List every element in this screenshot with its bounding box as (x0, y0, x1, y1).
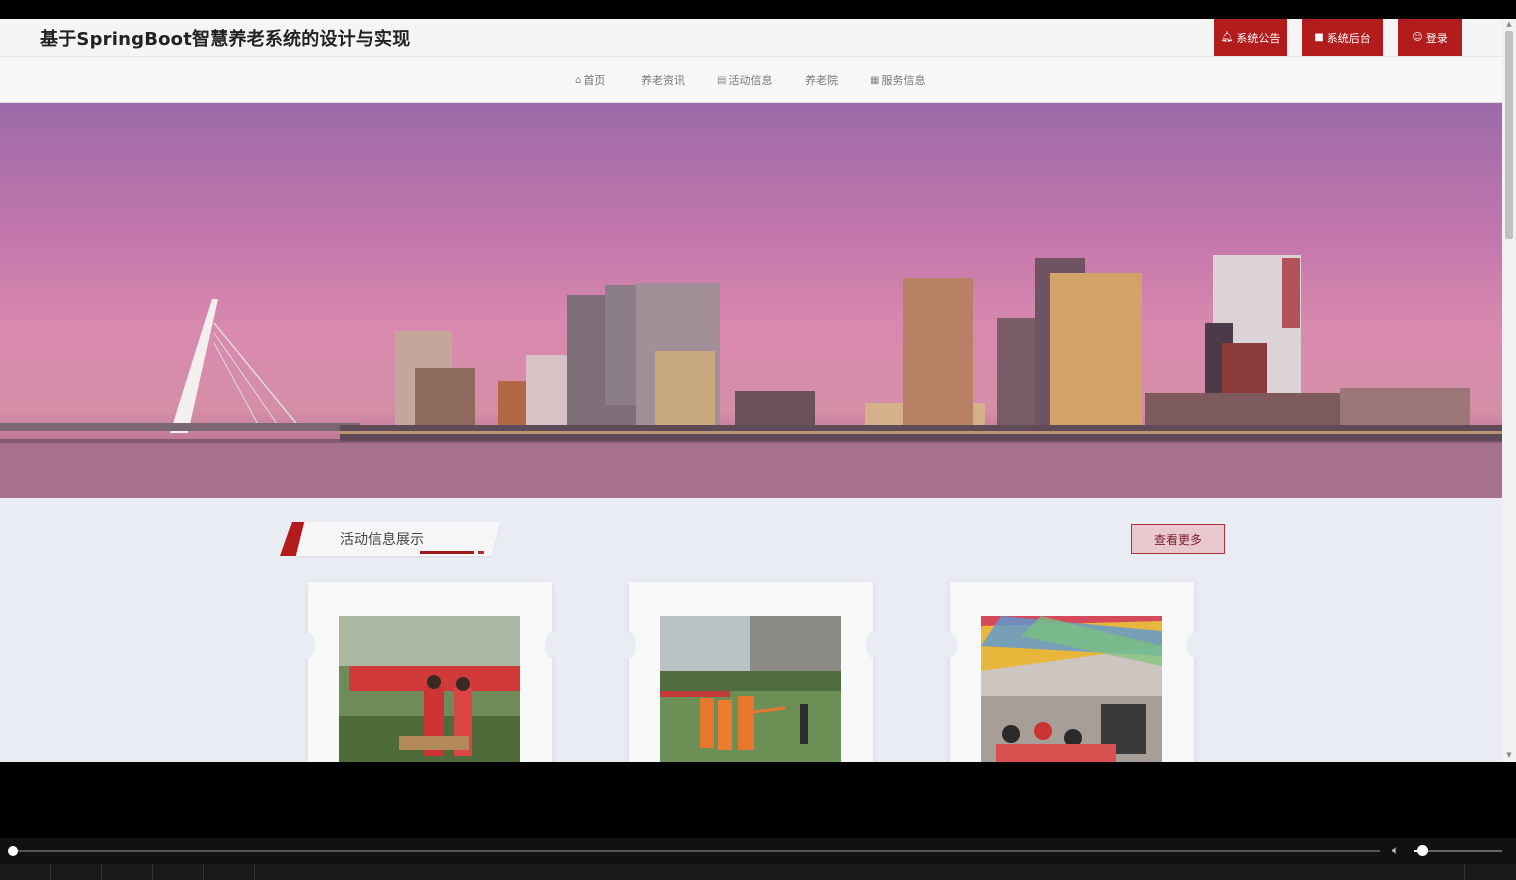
site-title: 基于SpringBoot智慧养老系统的设计与实现 (40, 29, 411, 50)
card-notch (866, 632, 880, 658)
card-notch (301, 632, 315, 658)
list-icon: ▤ (717, 74, 727, 86)
nav-item-services[interactable]: ▦ 服务信息 (870, 72, 925, 88)
card-notch (622, 632, 636, 658)
main-nav: ⌂ 首页 养老资讯 ▤ 活动信息 养老院 ▦ 服务信息 (0, 56, 1502, 103)
nav-item-label: 服务信息 (881, 74, 926, 87)
login-label: 登录 (1425, 31, 1448, 45)
nav-item-label: 首页 (583, 74, 606, 87)
scroll-down-icon[interactable]: ▼ (1505, 751, 1513, 759)
nav-item-label: 活动信息 (728, 74, 773, 87)
taskbar-divider (50, 864, 51, 880)
taskbar-divider (254, 864, 255, 880)
login-button[interactable]: ☺ 登录 (1398, 19, 1462, 56)
nav-item-home[interactable]: ⌂ 首页 (575, 72, 605, 88)
announcement-button[interactable]: 🔔︎ 系统公告 (1214, 19, 1287, 56)
volume-icon[interactable]: 🔈︎ (1392, 843, 1399, 858)
taskbar-divider (152, 864, 153, 880)
video-player-controls: 🔈︎ (0, 838, 1516, 864)
taskbar-divider (101, 864, 102, 880)
city-skyline-image (0, 255, 1502, 498)
top-header: 基于SpringBoot智慧养老系统的设计与实现 🔔︎ 系统公告 ■ 系统后台 … (0, 19, 1502, 56)
view-more-button[interactable]: 查看更多 (1131, 524, 1225, 554)
scrollbar-thumb[interactable] (1505, 31, 1513, 239)
activity-card[interactable] (943, 582, 1201, 762)
user-icon: ☺ (1412, 31, 1423, 43)
page-scrollbar[interactable]: ▲ ▼ (1502, 19, 1516, 762)
nav-item-nursing-home[interactable]: 养老院 (805, 72, 838, 88)
community-event-photo[interactable] (339, 616, 520, 762)
home-icon: ⌂ (575, 74, 582, 86)
browser-frame: 基于SpringBoot智慧养老系统的设计与实现 🔔︎ 系统公告 ■ 系统后台 … (0, 0, 1516, 880)
section-title: 活动信息展示 (340, 532, 424, 548)
hero-banner (0, 103, 1502, 498)
card-notch (943, 632, 957, 658)
bell-icon: 🔔︎ (1220, 31, 1234, 43)
admin-backend-button[interactable]: ■ 系统后台 (1302, 19, 1383, 56)
section-heading: 活动信息展示 (280, 521, 501, 557)
heading-underline (420, 551, 474, 554)
indoor-activity-photo[interactable] (981, 616, 1162, 762)
bottom-taskbar (0, 864, 1516, 880)
web-page: 基于SpringBoot智慧养老系统的设计与实现 🔔︎ 系统公告 ■ 系统后台 … (0, 19, 1502, 762)
scroll-up-icon[interactable]: ▲ (1505, 20, 1513, 28)
taskbar-divider (1464, 864, 1465, 880)
nav-item-news[interactable]: 养老资讯 (641, 72, 685, 88)
outdoor-exercise-photo[interactable] (660, 616, 841, 762)
building-icon: ▦ (870, 74, 880, 86)
nav-item-label: 养老资讯 (641, 74, 685, 87)
heading-underline-dot (478, 551, 484, 554)
card-notch (545, 632, 559, 658)
announcement-label: 系统公告 (1236, 31, 1281, 45)
admin-backend-label: 系统后台 (1326, 31, 1371, 45)
volume-handle[interactable] (1417, 845, 1428, 856)
taskbar-divider (203, 864, 204, 880)
card-notch (1187, 632, 1201, 658)
book-icon: ■ (1314, 31, 1324, 43)
nav-item-activities[interactable]: ▤ 活动信息 (717, 72, 772, 88)
progress-bar[interactable] (12, 850, 1380, 852)
nav-item-label: 养老院 (805, 74, 838, 87)
activity-card[interactable] (301, 582, 559, 762)
progress-handle[interactable] (8, 846, 18, 856)
activity-card[interactable] (622, 582, 880, 762)
